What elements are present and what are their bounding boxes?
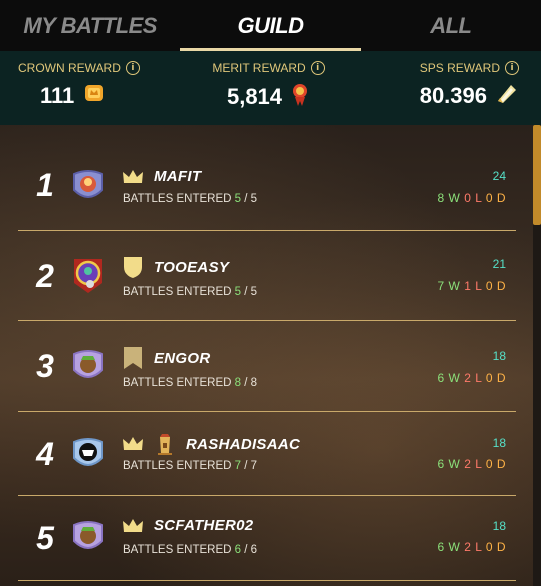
win-loss-draw: 7 W 1 L 0 D <box>437 279 506 293</box>
table-row[interactable]: 2 TOOEASY BATTLES ENTERED 5 / 5 21 7 W 1… <box>18 232 516 321</box>
battles-entered: BATTLES ENTERED 5 / 5 <box>123 286 258 298</box>
sps-reward-label: SPS REWARD <box>419 61 500 75</box>
avatar[interactable] <box>70 168 106 204</box>
battles-total-count: 5 <box>250 193 258 205</box>
wins: 6 <box>437 371 445 385</box>
player-name[interactable]: TOOEASY <box>154 259 229 276</box>
crown-icon <box>122 518 144 534</box>
sps-reward-value: 80.396 <box>419 82 487 108</box>
draws: 0 <box>485 191 493 205</box>
points: 18 <box>492 349 506 363</box>
reward-bar: CROWN REWARD i 111 MERIT REWARD i 5,814 <box>0 51 541 125</box>
battles-total-count: 6 <box>250 544 258 556</box>
battles-label: BATTLES ENTERED <box>123 377 232 389</box>
battles-entered-count: 5 <box>234 193 242 205</box>
wins: 7 <box>437 279 445 293</box>
sps-reward: SPS REWARD i 80.396 <box>352 51 541 125</box>
shield-icon <box>122 255 144 279</box>
tab-bar: MY BATTLES GUILD ALL <box>0 0 541 51</box>
tab-my-battles[interactable]: MY BATTLES <box>0 0 180 51</box>
draws: 0 <box>485 457 493 471</box>
crown-icon <box>122 436 144 452</box>
battles-label: BATTLES ENTERED <box>123 286 232 298</box>
info-icon[interactable]: i <box>125 61 140 75</box>
draws: 0 <box>485 540 493 554</box>
tab-guild[interactable]: GUILD <box>180 0 361 51</box>
avatar[interactable] <box>70 348 106 384</box>
merit-reward: MERIT REWARD i 5,814 <box>185 51 352 125</box>
table-row[interactable]: 5 SCFATHER02 BATTLES ENTERED 6 / 6 18 6 … <box>18 497 516 581</box>
battles-entered-count: 5 <box>234 286 242 298</box>
merit-token-icon <box>290 81 310 112</box>
info-icon[interactable]: i <box>310 61 325 75</box>
rank-number: 1 <box>36 167 54 203</box>
points: 18 <box>492 436 506 450</box>
merit-reward-value: 5,814 <box>226 83 283 109</box>
crown-icon <box>122 169 144 185</box>
battles-entered: BATTLES ENTERED 7 / 7 <box>123 460 258 472</box>
battles-label: BATTLES ENTERED <box>123 544 232 556</box>
battles-label: BATTLES ENTERED <box>123 193 232 205</box>
avatar[interactable] <box>70 436 106 472</box>
info-icon[interactable]: i <box>505 61 519 75</box>
sps-token-icon <box>495 81 519 110</box>
player-name[interactable]: ENGOR <box>154 350 211 367</box>
battles-total-count: 5 <box>250 286 258 298</box>
crown-reward-value: 111 <box>40 82 75 108</box>
win-loss-draw: 6 W 2 L 0 D <box>437 371 506 385</box>
crown-token-icon <box>82 81 106 110</box>
avatar[interactable] <box>70 519 106 555</box>
rank-number: 3 <box>36 348 54 384</box>
scrollbar-thumb[interactable] <box>533 125 541 225</box>
player-name[interactable]: SCFATHER02 <box>154 517 253 534</box>
battles-entered-count: 8 <box>234 377 242 389</box>
wins: 8 <box>437 191 445 205</box>
rank-number: 5 <box>36 520 54 556</box>
table-row[interactable]: 4 RASHADISAAC BATTLES ENTERED 7 / 7 18 6… <box>18 413 516 496</box>
draws: 0 <box>485 279 493 293</box>
table-row[interactable]: 1 MAFIT BATTLES ENTERED 5 / 5 24 8 W 0 L… <box>18 141 516 231</box>
player-name[interactable]: MAFIT <box>154 168 201 185</box>
draws: 0 <box>485 371 493 385</box>
battles-total-count: 7 <box>250 460 258 472</box>
guild-leaderboard: 1 MAFIT BATTLES ENTERED 5 / 5 24 8 W 0 L… <box>0 125 541 586</box>
battles-entered-count: 7 <box>234 460 242 472</box>
avatar[interactable] <box>68 255 108 295</box>
battles-entered: BATTLES ENTERED 6 / 6 <box>123 544 258 556</box>
battles-entered-count: 6 <box>234 544 242 556</box>
points: 18 <box>492 519 506 533</box>
win-loss-draw: 6 W 2 L 0 D <box>437 540 506 554</box>
battles-total-count: 8 <box>250 377 258 389</box>
battles-label: BATTLES ENTERED <box>123 460 232 472</box>
merit-reward-label: MERIT REWARD <box>212 61 306 75</box>
points: 24 <box>492 169 506 183</box>
battles-entered: BATTLES ENTERED 5 / 5 <box>123 193 258 205</box>
rank-number: 4 <box>36 435 54 472</box>
player-name[interactable]: RASHADISAAC <box>186 436 300 453</box>
crown-reward: CROWN REWARD i 111 <box>0 51 185 125</box>
win-loss-draw: 8 W 0 L 0 D <box>437 191 506 205</box>
tab-all[interactable]: ALL <box>361 0 541 51</box>
wins: 6 <box>437 457 445 471</box>
battles-entered: BATTLES ENTERED 8 / 8 <box>123 377 258 389</box>
rank-number: 2 <box>36 257 54 294</box>
table-row[interactable]: 3 ENGOR BATTLES ENTERED 8 / 8 18 6 W 2 L… <box>18 322 516 412</box>
wins: 6 <box>437 540 445 554</box>
win-loss-draw: 6 W 2 L 0 D <box>437 457 506 471</box>
flag-icon <box>122 346 144 370</box>
points: 21 <box>492 257 506 271</box>
tower-icon <box>154 433 176 455</box>
crown-reward-label: CROWN REWARD <box>18 61 121 75</box>
